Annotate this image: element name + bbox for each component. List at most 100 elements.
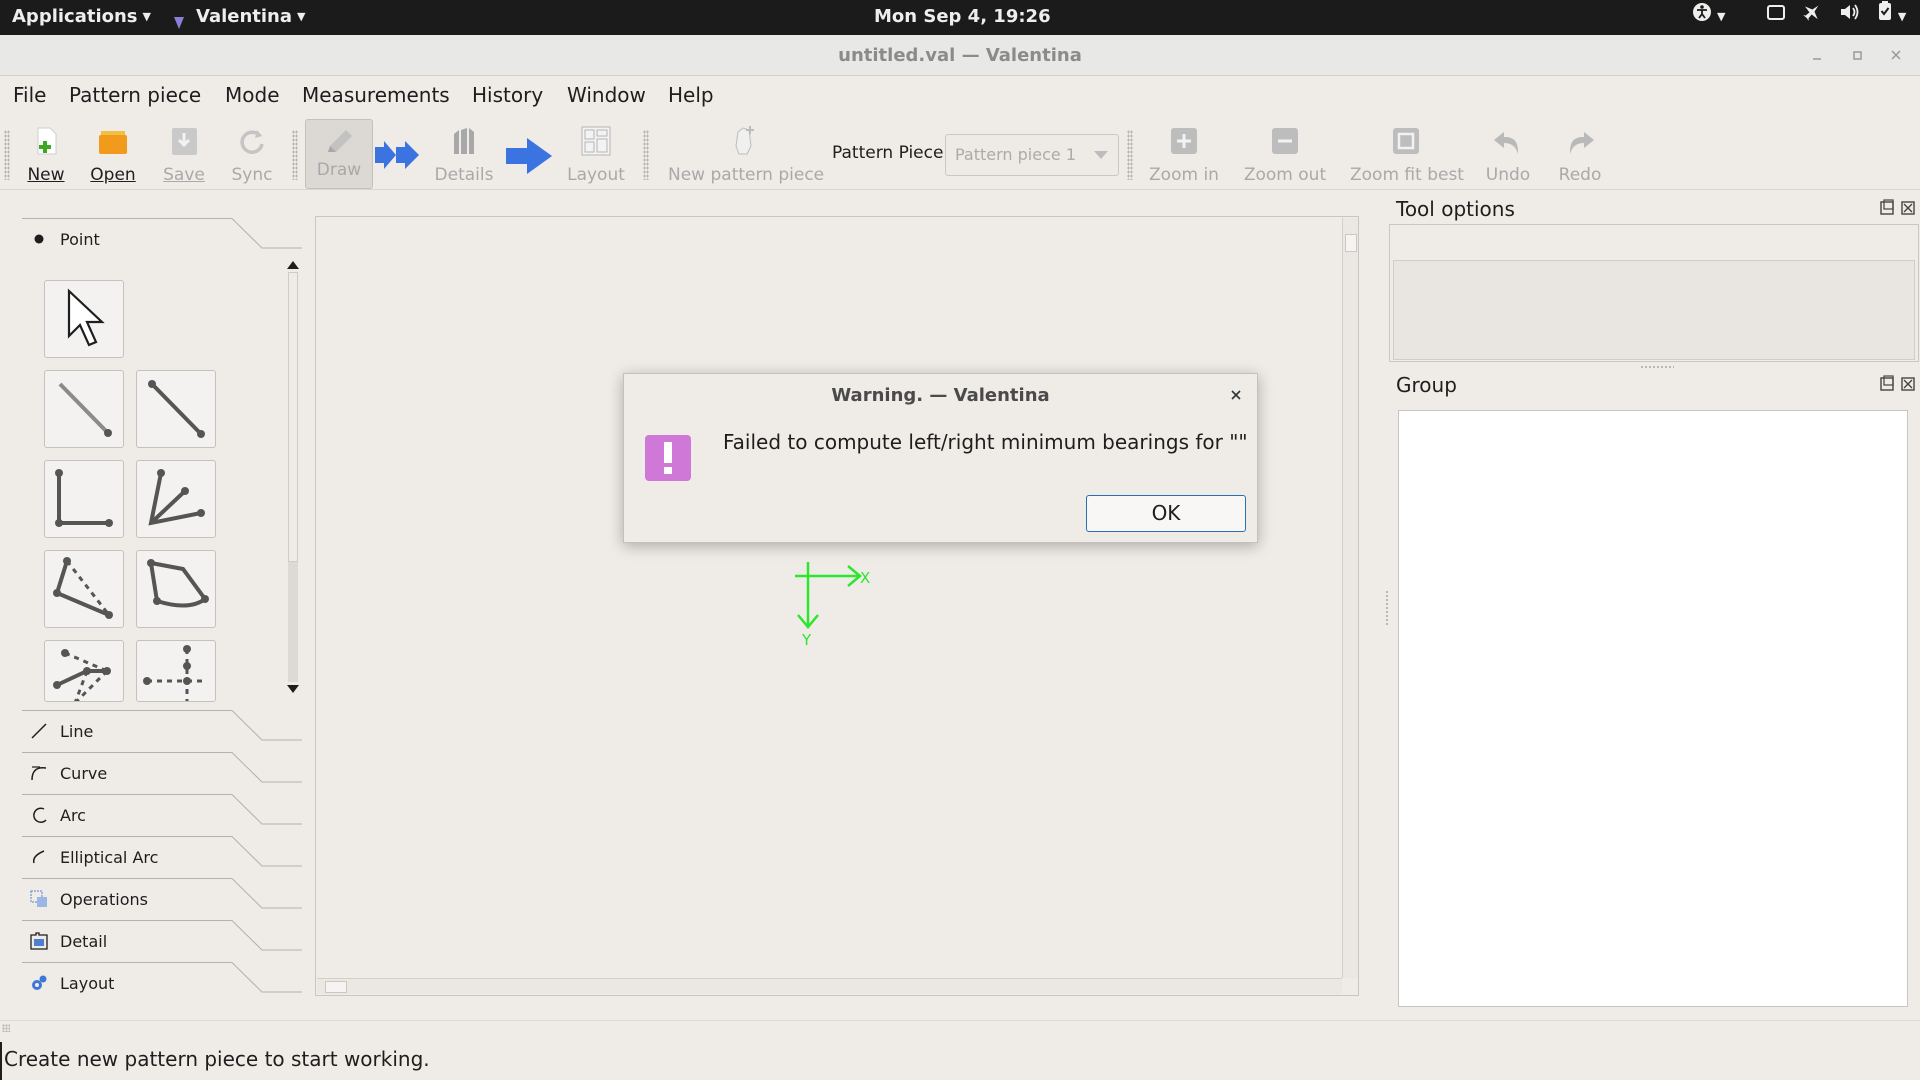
new-button[interactable]: New: [22, 118, 70, 188]
category-elliptical-arc[interactable]: Elliptical Arc: [22, 836, 302, 878]
category-detail[interactable]: Detail: [22, 920, 302, 962]
canvas-horizontal-scrollbar[interactable]: [317, 978, 1342, 994]
elliptical-arc-icon: [32, 850, 45, 864]
system-status-menu[interactable]: ▼: [1766, 0, 1906, 35]
open-folder-icon: [99, 131, 127, 154]
applications-menu[interactable]: Applications ▼: [12, 0, 151, 35]
category-curve[interactable]: Curve: [22, 752, 302, 794]
shoulder-point-tool-button[interactable]: [44, 550, 124, 628]
menu-file[interactable]: File: [13, 81, 46, 109]
toolbar-grip[interactable]: [292, 130, 298, 180]
scroll-thumb[interactable]: [1345, 234, 1357, 252]
zoom-fit-best-button[interactable]: Zoom fit best: [1350, 118, 1464, 188]
menu-pattern-piece[interactable]: Pattern piece: [69, 81, 201, 109]
category-point[interactable]: Point: [22, 218, 302, 260]
close-window-button[interactable]: [1885, 43, 1909, 67]
category-layout[interactable]: Layout: [22, 962, 302, 1004]
scroll-thumb[interactable]: [325, 981, 347, 993]
category-label: Layout: [60, 974, 115, 993]
pattern-piece-select[interactable]: Pattern piece 1: [945, 134, 1119, 176]
details-mode-button[interactable]: Details: [432, 118, 496, 188]
details-icon: [454, 128, 474, 154]
detail-icon: [30, 932, 48, 950]
category-label: Detail: [60, 932, 108, 951]
zoom-in-icon: [1171, 128, 1197, 154]
accessibility-icon: [1692, 0, 1712, 34]
pattern-piece-value: Pattern piece 1: [955, 145, 1076, 164]
arrow-tool-button[interactable]: [44, 280, 124, 358]
cursor-arrow-icon: [67, 288, 105, 347]
applications-label: Applications: [12, 6, 138, 27]
dock-splitter[interactable]: [1640, 365, 1674, 369]
minimize-button[interactable]: [1806, 43, 1830, 67]
window-title-bar: untitled.val — Valentina: [0, 35, 1920, 76]
category-operations[interactable]: Operations: [22, 878, 302, 920]
volume-icon: [1839, 0, 1861, 34]
arrow-right-icon: [506, 138, 552, 174]
group-list[interactable]: [1398, 410, 1908, 1007]
tool-panel-scrollbar[interactable]: [286, 258, 300, 703]
accessibility-menu[interactable]: ▼: [1692, 0, 1725, 35]
zoom-in-label: Zoom in: [1149, 165, 1219, 185]
new-pattern-piece-button[interactable]: New pattern piece: [668, 118, 824, 188]
menu-history[interactable]: History: [472, 81, 543, 109]
layout-label: Layout: [567, 165, 625, 185]
layout-icon: [581, 126, 611, 156]
origin-axes: X Y: [795, 562, 870, 649]
category-label: Point: [60, 230, 100, 249]
zoom-out-label: Zoom out: [1243, 165, 1327, 185]
point-of-contact-tool-button[interactable]: [136, 550, 216, 628]
menu-measurements[interactable]: Measurements: [302, 81, 450, 109]
zoom-in-button[interactable]: Zoom in: [1148, 118, 1220, 188]
dialog-message: Failed to compute left/right minimum bea…: [723, 430, 1248, 454]
menu-window[interactable]: Window: [567, 81, 646, 109]
normal-tool-button[interactable]: [44, 460, 124, 538]
menu-mode[interactable]: Mode: [225, 81, 280, 109]
toolbar-grip[interactable]: [643, 130, 649, 180]
sync-button[interactable]: Sync: [226, 118, 278, 188]
menu-help[interactable]: Help: [668, 81, 714, 109]
maximize-button[interactable]: [1846, 43, 1870, 67]
warning-exclamation-icon: [645, 435, 691, 481]
open-button[interactable]: Open: [88, 118, 138, 188]
draw-mode-button[interactable]: Draw: [305, 119, 373, 189]
triangle-tool-button[interactable]: [44, 640, 124, 702]
close-dock-icon[interactable]: [1901, 377, 1915, 391]
save-button[interactable]: Save: [158, 118, 210, 188]
zoom-out-button[interactable]: Zoom out: [1243, 118, 1327, 188]
details-label: Details: [434, 165, 494, 185]
canvas-vertical-scrollbar[interactable]: [1342, 218, 1358, 978]
pattern-piece-label: Pattern Piece:: [832, 143, 950, 163]
undo-button[interactable]: Undo: [1480, 118, 1536, 188]
valentina-app-icon: [172, 9, 186, 29]
status-message: Create new pattern piece to start workin…: [4, 1047, 430, 1071]
category-line[interactable]: Line: [22, 710, 302, 752]
save-icon: [172, 128, 197, 155]
layout-mode-button[interactable]: Layout: [566, 118, 626, 188]
toolbar-grip[interactable]: [4, 130, 10, 180]
float-dock-icon[interactable]: [1880, 199, 1894, 215]
redo-label: Redo: [1558, 165, 1602, 185]
sync-icon: [240, 130, 264, 154]
line-point-tool-button[interactable]: [44, 370, 124, 448]
dock-area-splitter[interactable]: [1385, 590, 1389, 626]
category-arc[interactable]: Arc: [22, 794, 302, 836]
triangle-icon: [53, 649, 111, 701]
toolbar-grip[interactable]: [1127, 130, 1133, 180]
bisector-icon: [148, 469, 205, 526]
ok-button[interactable]: OK: [1086, 495, 1246, 532]
app-menu[interactable]: Valentina ▼: [172, 0, 306, 35]
dialog-close-button[interactable]: [1227, 386, 1245, 404]
bisector-tool-button[interactable]: [136, 460, 216, 538]
category-label: Elliptical Arc: [60, 848, 159, 867]
category-label: Operations: [60, 890, 148, 909]
close-dock-icon[interactable]: [1901, 201, 1915, 215]
along-line-tool-button[interactable]: [136, 370, 216, 448]
status-bar-grip[interactable]: [2, 1024, 10, 1032]
scroll-thumb[interactable]: [288, 272, 298, 562]
height-tool-button[interactable]: [136, 640, 216, 702]
warning-dialog: Warning. — Valentina Failed to compute l…: [623, 373, 1258, 543]
float-dock-icon[interactable]: [1880, 375, 1894, 391]
clock[interactable]: Mon Sep 4, 19:26: [874, 0, 1051, 35]
redo-button[interactable]: Redo: [1552, 118, 1608, 188]
